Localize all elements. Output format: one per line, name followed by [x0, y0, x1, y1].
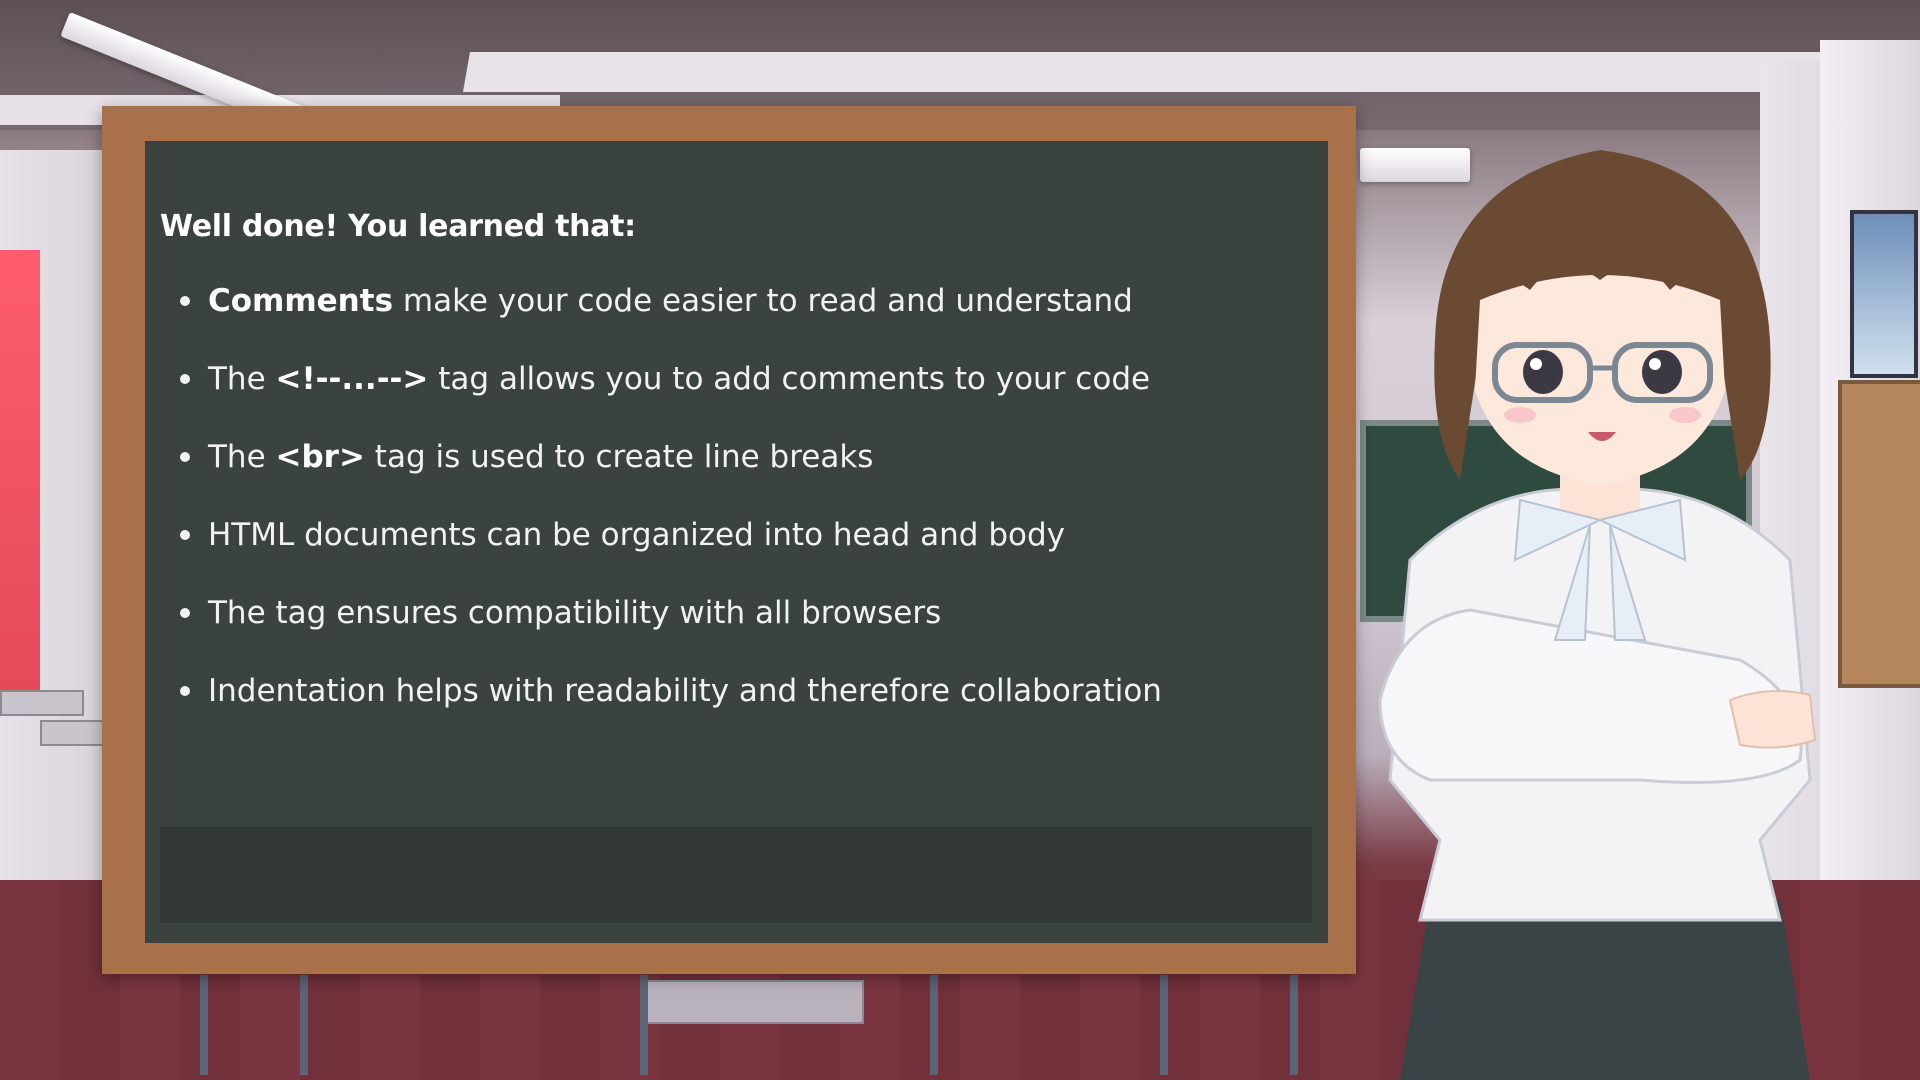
desk-leg [1160, 975, 1168, 1075]
point-text: The tag ensures compatibility with all b… [208, 595, 942, 631]
desk-leg [640, 975, 648, 1075]
desk-leg [200, 975, 208, 1075]
bullet-icon [180, 686, 190, 696]
point-keyword: <br> [275, 439, 365, 475]
bullet-icon [180, 452, 190, 462]
board-title: Well done! You learned that: [160, 209, 636, 244]
point-text: HTML documents can be organized into hea… [208, 517, 1065, 553]
bullet-icon [180, 374, 190, 384]
bullet-icon [180, 608, 190, 618]
point-keyword: Comments [208, 283, 394, 319]
list-item: Indentation helps with readability and t… [160, 673, 1162, 751]
bullet-icon [180, 530, 190, 540]
point-keyword: <!--...--> [275, 361, 429, 397]
teacher-character-icon [1378, 150, 1817, 1080]
hand [1728, 690, 1817, 749]
bullet-icon [180, 296, 190, 306]
learning-points-list: Comments make your code easier to read a… [160, 283, 1162, 751]
desk-leg [300, 975, 308, 1075]
list-item: The <!--...--> tag allows you to add com… [160, 361, 1162, 439]
dialog-box[interactable] [160, 827, 1312, 923]
list-item: The tag ensures compatibility with all b… [160, 595, 1162, 673]
point-text: tag is used to create line breaks [364, 439, 874, 475]
ceiling-beam [462, 52, 1920, 92]
list-item: Comments make your code easier to read a… [160, 283, 1162, 361]
right-window [1850, 210, 1918, 378]
list-item: The <br> tag is used to create line brea… [160, 439, 1162, 517]
chalkboard: Well done! You learned that: Comments ma… [145, 141, 1328, 943]
point-text: tag allows you to add comments to your c… [428, 361, 1151, 397]
eye [1523, 350, 1563, 394]
list-item: HTML documents can be organized into hea… [160, 517, 1162, 595]
point-text: make your code easier to read and unders… [393, 283, 1133, 319]
student-desk [0, 690, 84, 716]
point-text: Indentation helps with readability and t… [208, 673, 1162, 709]
window-curtain [0, 250, 40, 690]
student-desk [640, 980, 864, 1024]
desk-leg [1290, 975, 1298, 1075]
point-prefix: The [208, 361, 276, 397]
point-prefix: The [208, 439, 276, 475]
skirt [1400, 900, 1810, 1080]
desk-leg [930, 975, 938, 1075]
face [1475, 275, 1725, 485]
